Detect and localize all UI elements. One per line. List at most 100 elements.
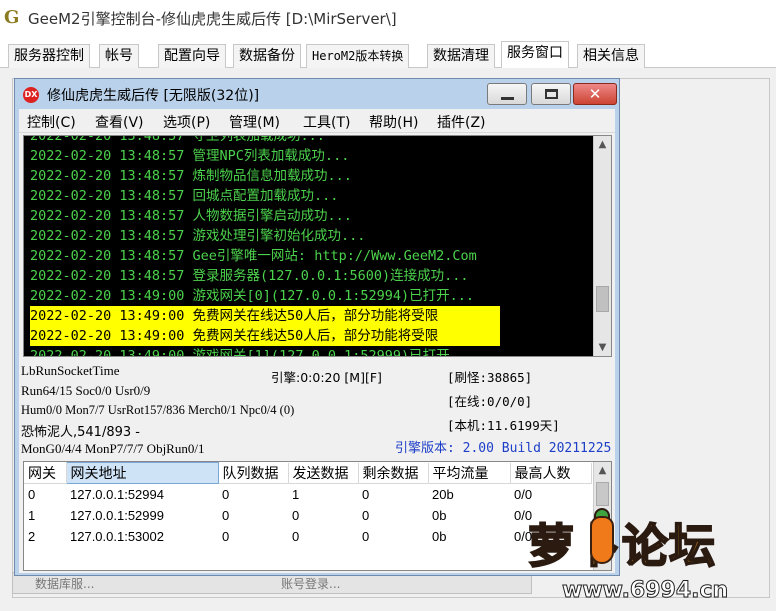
cell-gateway: 1 <box>28 507 36 523</box>
maximize-icon <box>545 89 558 99</box>
col-gateway[interactable]: 网关 <box>24 462 67 484</box>
close-icon: ✕ <box>588 85 602 103</box>
online-count: [在线:0/0/0] <box>447 394 533 409</box>
col-gateway-address[interactable]: 网关地址 <box>65 462 219 484</box>
log-scrollbar[interactable]: ▲ ▼ <box>593 136 611 356</box>
col-max-users[interactable]: 最高人数 <box>510 462 592 484</box>
cell-remaining: 0 <box>362 528 370 544</box>
menu-bar: 控制(C) 查看(V) 选项(P) 管理(M) 工具(T) 帮助(H) 插件(Z… <box>19 109 615 133</box>
cell-avg: 0b <box>432 528 447 544</box>
log-line-warning: 2022-02-20 13:49:00 免费网关在线达50人后，部分功能将受限 <box>30 326 500 346</box>
login-server-button[interactable]: 账号登录... <box>281 575 340 592</box>
scroll-down-icon[interactable]: ▼ <box>594 339 611 356</box>
engine-uptime: 引擎:0:0:20 [M][F] <box>271 370 382 385</box>
cell-sent: 0 <box>292 528 300 544</box>
log-line: 2022-02-20 13:48:57 管理NPC列表加载成功... <box>30 148 350 164</box>
server-window-titlebar[interactable]: DX 修仙虎虎生威后传 [无限版(32位)] ✕ <box>15 79 619 109</box>
log-line: 2022-02-20 13:48:57 守卫列表加载成功... <box>30 135 325 144</box>
log-line: 2022-02-20 13:49:00 游戏网关[0](127.0.0.1:52… <box>30 288 474 304</box>
log-line: 2022-02-20 13:48:57 登录服务器(127.0.0.1:5600… <box>30 268 469 284</box>
db-server-button[interactable]: 数据库服... <box>35 575 94 592</box>
log-scroll-thumb[interactable] <box>596 286 609 312</box>
cell-queue: 0 <box>222 486 230 502</box>
cell-sent: 1 <box>292 486 300 502</box>
cell-remaining: 0 <box>362 507 370 523</box>
col-avg-traffic[interactable]: 平均流量 <box>428 462 511 484</box>
app-logo-icon: G <box>4 7 20 28</box>
log-lines: 2022-02-20 13:48:57 守卫列表加载成功... 2022-02-… <box>30 135 598 357</box>
log-line: 2022-02-20 13:48:57 游戏处理引擎初始化成功... <box>30 228 366 244</box>
cell-avg: 0b <box>432 507 447 523</box>
table-scroll-thumb[interactable] <box>596 482 609 506</box>
cell-sent: 0 <box>292 507 300 523</box>
tab-data-cleanup[interactable]: 数据清理 <box>427 44 495 68</box>
watermark-logo: 萝卜论坛 www.6994.cn <box>527 508 776 611</box>
cell-remaining: 0 <box>362 486 370 502</box>
engine-version: 引擎版本: 2.00 Build 20211225 <box>395 441 612 456</box>
monster-stats: 恐怖泥人,541/893 - <box>21 425 140 440</box>
log-line: 2022-02-20 13:48:57 回城点配置加载成功... <box>30 188 339 204</box>
watermark-name: 萝卜论坛 <box>527 518 716 574</box>
scroll-up-icon[interactable]: ▲ <box>594 462 611 479</box>
menu-manage[interactable]: 管理(M) <box>229 112 280 132</box>
log-line: 2022-02-20 13:48:57 人物数据引擎启动成功... <box>30 208 352 224</box>
gateway-table[interactable]: 网关 网关地址 队列数据 发送数据 剩余数据 平均流量 最高人数 0 127.0… <box>23 461 612 571</box>
log-line: 2022-02-20 13:48:57 炼制物品信息加载成功... <box>30 168 352 184</box>
minimize-icon <box>501 97 514 100</box>
server-window-client: 控制(C) 查看(V) 选项(P) 管理(M) 工具(T) 帮助(H) 插件(Z… <box>19 109 615 573</box>
tab-data-backup[interactable]: 数据备份 <box>233 44 301 68</box>
col-sent-data[interactable]: 发送数据 <box>288 462 359 484</box>
tab-service-window[interactable]: 服务窗口 <box>501 41 569 69</box>
socket-time-label: LbRunSocketTime <box>21 363 120 378</box>
cell-queue: 0 <box>222 507 230 523</box>
status-panel: LbRunSocketTime Run64/15 Soc0/0 Usr0/9 H… <box>19 359 615 459</box>
log-line-warning: 2022-02-20 13:49:00 免费网关在线达50人后，部分功能将受限 <box>30 306 500 326</box>
tab-config-wizard[interactable]: 配置向导 <box>158 44 226 68</box>
menu-help[interactable]: 帮助(H) <box>369 112 418 132</box>
app-icon: DX <box>23 87 39 103</box>
gateway-table-header: 网关 网关地址 队列数据 发送数据 剩余数据 平均流量 最高人数 <box>24 462 592 484</box>
menu-view[interactable]: 查看(V) <box>95 112 144 132</box>
menu-options[interactable]: 选项(P) <box>163 112 210 132</box>
scroll-up-icon[interactable]: ▲ <box>594 136 611 153</box>
cell-avg: 20b <box>432 486 454 502</box>
tab-server-control[interactable]: 服务器控制 <box>8 44 90 68</box>
menu-plugins[interactable]: 插件(Z) <box>437 112 486 132</box>
cell-gateway: 0 <box>28 486 36 502</box>
cell-queue: 0 <box>222 528 230 544</box>
col-remaining-data[interactable]: 剩余数据 <box>358 462 429 484</box>
col-queue-data[interactable]: 队列数据 <box>218 462 289 484</box>
console-title: GeeM2引擎控制台-修仙虎虎生威后传 [D:\MirServer\] <box>28 9 397 28</box>
menu-control[interactable]: 控制(C) <box>27 112 76 132</box>
minimize-button[interactable] <box>487 83 527 105</box>
table-row[interactable]: 2 127.0.0.1:53002 0 0 0 0b 0/0 <box>24 526 591 547</box>
log-line: 2022-02-20 13:49:00 游戏网关[1](127.0.0.1:52… <box>30 348 474 357</box>
tab-related-info[interactable]: 相关信息 <box>577 44 645 68</box>
table-row[interactable]: 1 127.0.0.1:52999 0 0 0 0b 0/0 <box>24 505 591 526</box>
tab-herom2-label: HeroM2版本转换 <box>312 49 404 63</box>
server-window: DX 修仙虎虎生威后传 [无限版(32位)] ✕ 控制(C) 查看(V) 选项(… <box>14 78 620 576</box>
menu-tools[interactable]: 工具(T) <box>303 112 350 132</box>
maximize-button[interactable] <box>531 83 571 105</box>
carrot-icon <box>590 516 614 564</box>
tab-bar: 服务器控制 帐号 配置向导 数据备份 HeroM2版本转换 数据清理 服务窗口 … <box>0 40 776 69</box>
console-titlebar: G GeeM2引擎控制台-修仙虎虎生威后传 [D:\MirServer\] <box>0 0 776 36</box>
log-line: 2022-02-20 13:48:57 Gee引擎唯一网站: http://Ww… <box>30 248 477 264</box>
cell-address: 127.0.0.1:53002 <box>70 528 164 544</box>
tab-account[interactable]: 帐号 <box>99 44 139 68</box>
refresh-count: [刷怪:38865] <box>447 370 533 385</box>
cell-max: 0/0 <box>514 486 533 502</box>
server-window-title: 修仙虎虎生威后传 [无限版(32位)] <box>47 88 260 104</box>
run-stats: Run64/15 Soc0/0 Usr0/9 <box>21 383 151 398</box>
local-uptime: [本机:11.6199天] <box>447 418 560 433</box>
tab-herom2-convert[interactable]: HeroM2版本转换 <box>306 44 410 68</box>
cell-address: 127.0.0.1:52999 <box>70 507 164 523</box>
human-stats: Hum0/0 Mon7/7 UsrRot157/836 Merch0/1 Npc… <box>21 403 295 417</box>
watermark-url: www.6994.cn <box>561 578 729 604</box>
cell-address: 127.0.0.1:52994 <box>70 486 164 502</box>
cell-gateway: 2 <box>28 528 36 544</box>
table-row[interactable]: 0 127.0.0.1:52994 0 1 0 20b 0/0 <box>24 484 591 505</box>
log-console[interactable]: 2022-02-20 13:48:57 守卫列表加载成功... 2022-02-… <box>23 135 612 357</box>
monster-gen-stats: MonG0/4/4 MonP7/7/7 ObjRun0/1 <box>21 441 205 456</box>
close-button[interactable]: ✕ <box>573 83 617 105</box>
